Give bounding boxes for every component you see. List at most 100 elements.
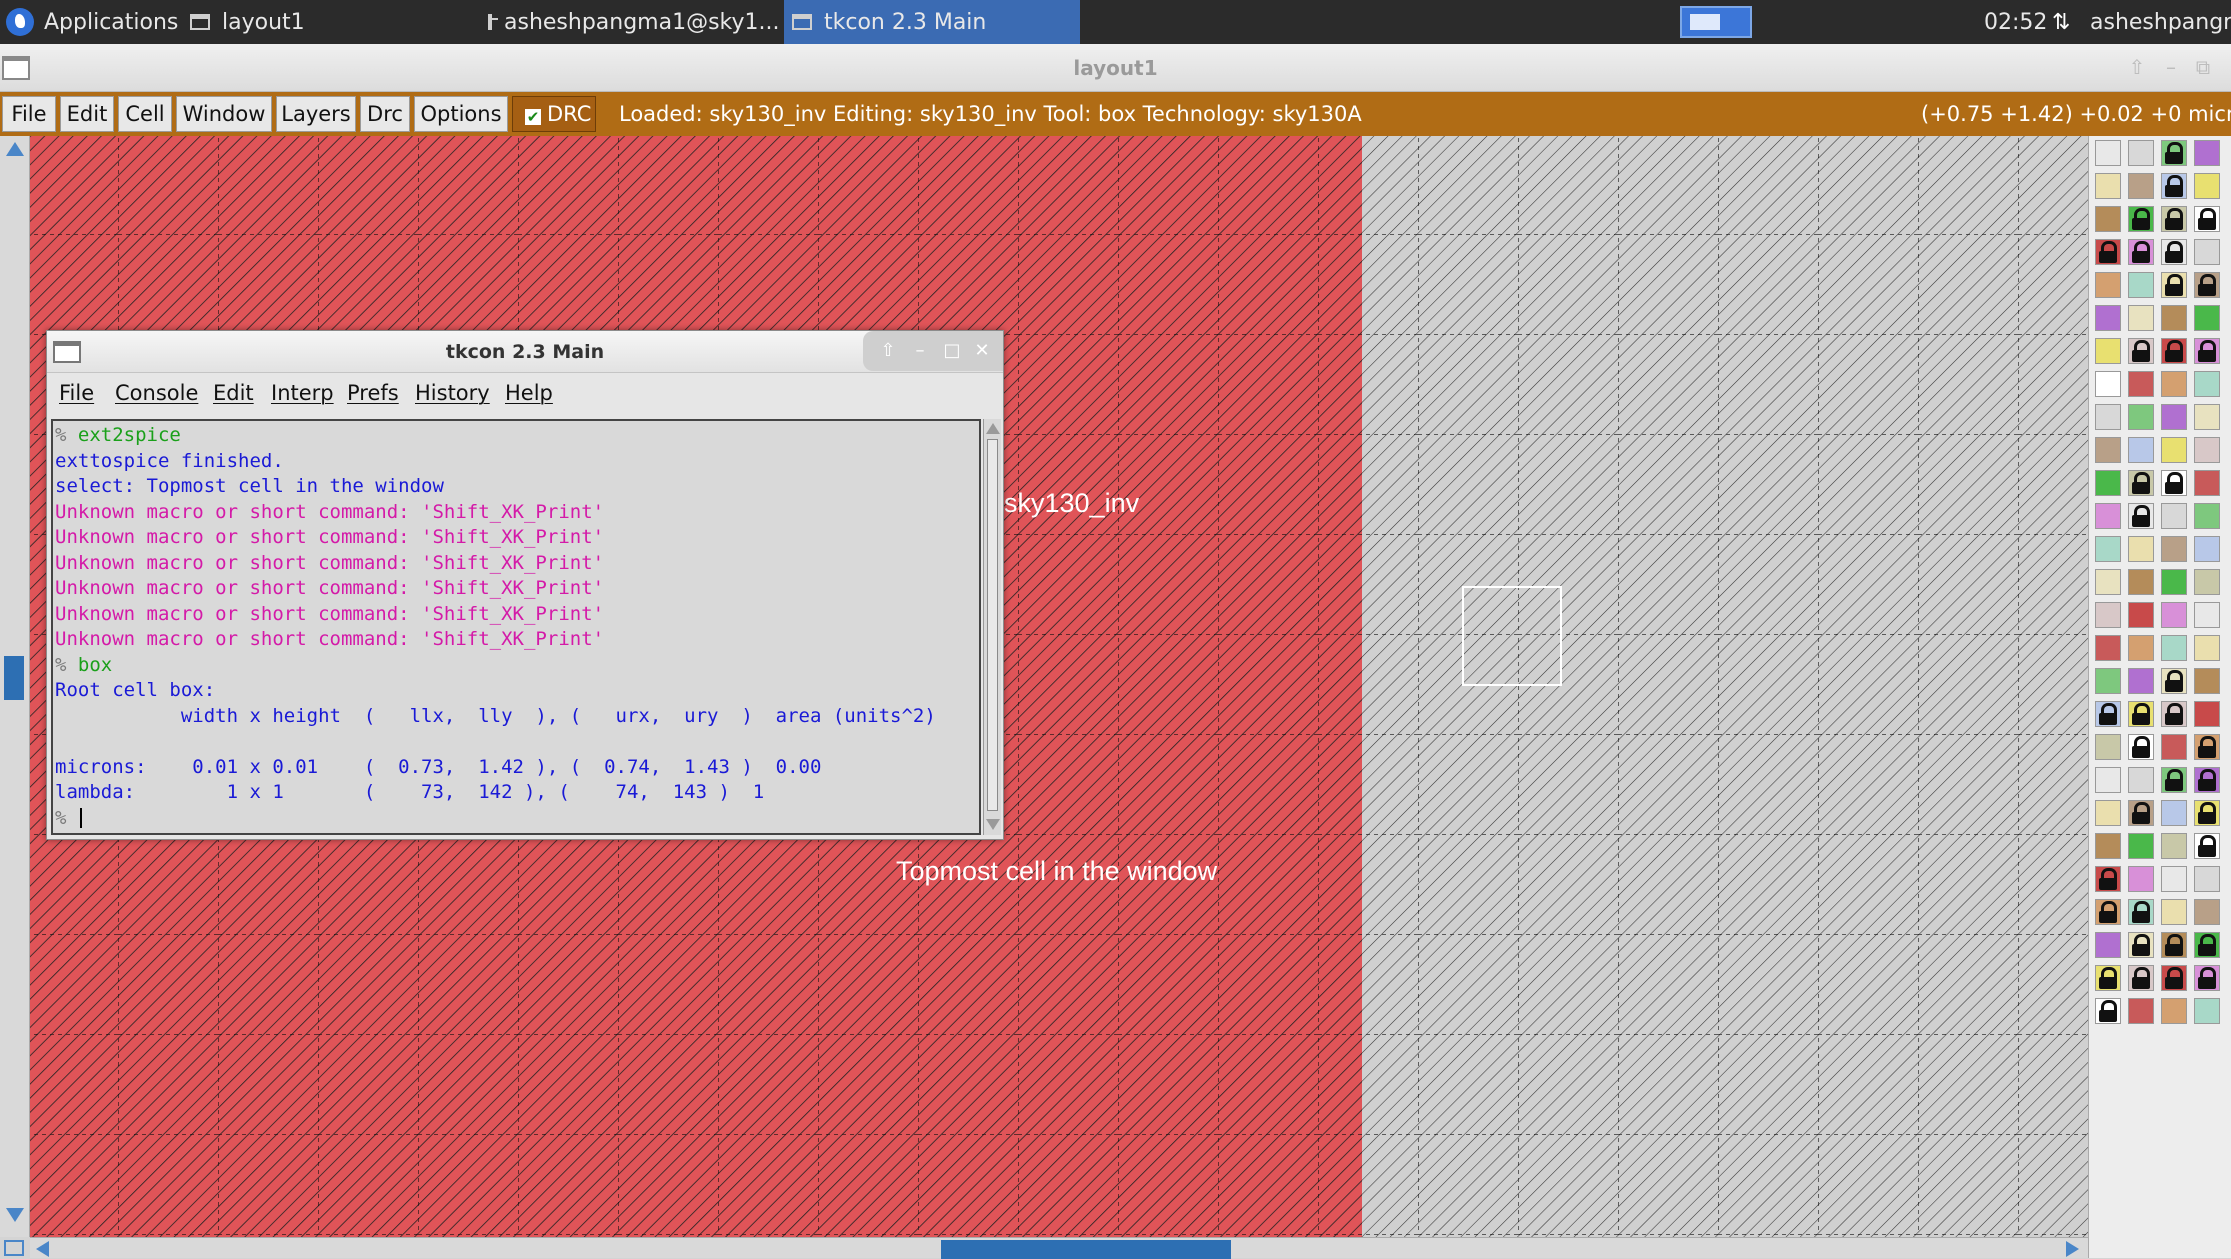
layer-swatch[interactable] [2095, 833, 2121, 859]
maximize-icon[interactable]: ⧉ [2190, 54, 2216, 80]
layer-swatch[interactable] [2095, 140, 2121, 166]
layer-swatch[interactable] [2161, 635, 2187, 661]
layer-swatch[interactable] [2161, 569, 2187, 595]
layer-swatch[interactable] [2095, 305, 2121, 331]
tkcon-scroll-thumb[interactable] [987, 439, 998, 811]
layer-swatch[interactable] [2161, 734, 2187, 760]
layer-swatch[interactable] [2128, 536, 2154, 562]
layer-swatch[interactable] [2194, 536, 2220, 562]
tkcon-menu-console[interactable]: Console [115, 381, 198, 405]
layer-swatch[interactable] [2194, 404, 2220, 430]
vertical-scrollbar[interactable] [0, 136, 30, 1237]
user-menu[interactable]: asheshpangma1 [2090, 0, 2231, 44]
layer-swatch[interactable] [2128, 140, 2154, 166]
clock[interactable]: 02:52 [1984, 0, 2047, 44]
layer-swatch[interactable] [2095, 272, 2121, 298]
applications-menu-button[interactable]: Applications [44, 0, 178, 44]
menu-edit[interactable]: Edit [60, 96, 114, 132]
layer-swatch[interactable] [2128, 767, 2154, 793]
layer-swatch[interactable] [2128, 998, 2154, 1024]
menu-file[interactable]: File [2, 96, 56, 132]
layer-swatch[interactable] [2161, 404, 2187, 430]
horizontal-scroll-thumb[interactable] [941, 1240, 1231, 1259]
tkcon-menu-edit[interactable]: Edit [213, 381, 254, 405]
minimize-icon[interactable]: – [907, 337, 933, 365]
layer-swatch[interactable] [2128, 635, 2154, 661]
layer-swatch[interactable] [2128, 866, 2154, 892]
window-titlebar[interactable]: layout1 ⇧ – ⧉ [0, 44, 2231, 92]
layer-swatch[interactable] [2194, 173, 2220, 199]
layer-swatch[interactable] [2095, 536, 2121, 562]
tkcon-scrollbar[interactable] [983, 419, 1001, 835]
tkcon-console[interactable]: % ext2spice exttospice finished. select: T… [51, 419, 981, 835]
layer-swatch[interactable] [2128, 371, 2154, 397]
taskbar-window-terminal[interactable]: asheshpangma1@sky1... [488, 0, 778, 44]
layer-swatch[interactable] [2194, 503, 2220, 529]
scroll-right-icon[interactable] [2066, 1241, 2079, 1257]
layer-swatch[interactable] [2095, 371, 2121, 397]
layer-swatch[interactable] [2095, 470, 2121, 496]
layer-swatch[interactable] [2095, 800, 2121, 826]
layer-swatch[interactable] [2194, 701, 2220, 727]
layer-swatch[interactable] [2095, 569, 2121, 595]
layer-swatch[interactable] [2095, 503, 2121, 529]
tkcon-menu-interp[interactable]: Interp [271, 381, 334, 405]
layer-swatch[interactable] [2095, 635, 2121, 661]
raise-icon[interactable]: ⇧ [875, 337, 901, 365]
network-icon[interactable]: ⇅ [2052, 10, 2078, 36]
tkcon-menu-prefs[interactable]: Prefs [347, 381, 399, 405]
layer-swatch[interactable] [2161, 536, 2187, 562]
scroll-left-icon[interactable] [36, 1241, 49, 1257]
applications-logo-icon[interactable] [6, 8, 34, 36]
layer-swatch[interactable] [2095, 734, 2121, 760]
layer-swatch[interactable] [2095, 338, 2121, 364]
layer-swatch[interactable] [2095, 206, 2121, 232]
layer-swatch[interactable] [2194, 437, 2220, 463]
layer-swatch[interactable] [2194, 899, 2220, 925]
zoom-box-icon[interactable] [4, 1240, 24, 1256]
layer-swatch[interactable] [2095, 437, 2121, 463]
layer-swatch[interactable] [2194, 239, 2220, 265]
tkcon-titlebar[interactable]: tkcon 2.3 Main ⇧ – □ ✕ [47, 331, 1003, 373]
layer-swatch[interactable] [2095, 602, 2121, 628]
console-input-line[interactable]: % [55, 806, 936, 832]
layer-swatch[interactable] [2128, 668, 2154, 694]
layer-swatch[interactable] [2128, 569, 2154, 595]
menu-options[interactable]: Options [414, 96, 508, 132]
layer-swatch[interactable] [2128, 305, 2154, 331]
tkcon-menu-help[interactable]: Help [505, 381, 553, 405]
layer-swatch[interactable] [2194, 371, 2220, 397]
layer-swatch[interactable] [2095, 404, 2121, 430]
layer-swatch[interactable] [2095, 668, 2121, 694]
layer-swatch[interactable] [2194, 866, 2220, 892]
layer-swatch[interactable] [2194, 140, 2220, 166]
taskbar-window-tkcon[interactable]: tkcon 2.3 Main [784, 0, 1080, 44]
layer-swatch[interactable] [2194, 602, 2220, 628]
layer-swatch[interactable] [2128, 404, 2154, 430]
layer-swatch[interactable] [2161, 305, 2187, 331]
menu-drc[interactable]: Drc [360, 96, 410, 132]
tkcon-menu-history[interactable]: History [415, 381, 490, 405]
layer-swatch[interactable] [2095, 173, 2121, 199]
layer-swatch[interactable] [2194, 470, 2220, 496]
layer-swatch[interactable] [2194, 668, 2220, 694]
menu-window[interactable]: Window [176, 96, 272, 132]
layer-swatch[interactable] [2161, 800, 2187, 826]
layer-swatch[interactable] [2194, 305, 2220, 331]
layer-swatch[interactable] [2161, 371, 2187, 397]
scroll-down-icon[interactable] [986, 819, 1000, 830]
scroll-down-icon[interactable] [6, 1208, 24, 1222]
layer-swatch[interactable] [2128, 602, 2154, 628]
menu-layers[interactable]: Layers [276, 96, 356, 132]
workspace-switcher[interactable] [1680, 6, 1752, 38]
layer-swatch[interactable] [2161, 998, 2187, 1024]
layer-swatch[interactable] [2128, 437, 2154, 463]
layer-swatch[interactable] [2194, 569, 2220, 595]
scroll-up-icon[interactable] [6, 142, 24, 156]
layer-swatch[interactable] [2161, 503, 2187, 529]
layer-swatch[interactable] [2128, 833, 2154, 859]
layer-swatch[interactable] [2194, 998, 2220, 1024]
layer-swatch[interactable] [2095, 932, 2121, 958]
layer-swatch[interactable] [2128, 272, 2154, 298]
layer-swatch[interactable] [2161, 833, 2187, 859]
